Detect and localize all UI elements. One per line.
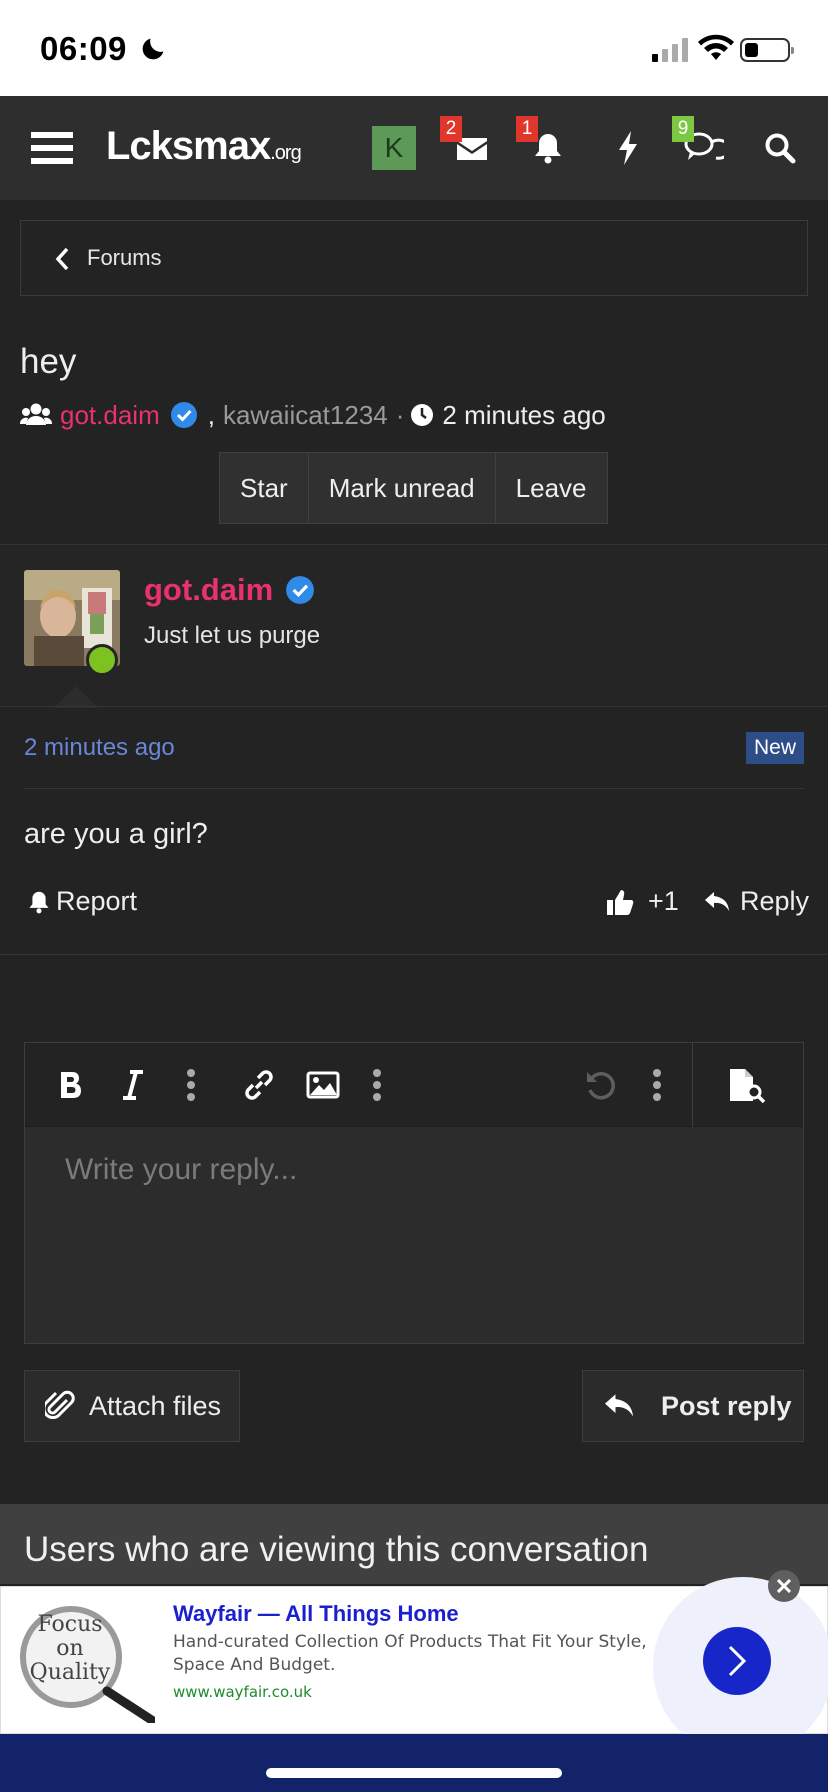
bell-icon	[29, 891, 49, 913]
reply-editor: Write your reply...	[24, 1042, 804, 1344]
post-reply-button[interactable]: Post reply	[582, 1370, 804, 1442]
moon-icon	[142, 38, 164, 60]
inbox-badge: 2	[440, 116, 462, 142]
home-indicator-bar	[0, 1734, 828, 1792]
new-badge: New	[745, 732, 804, 764]
conversations-icon[interactable]: 9	[672, 116, 730, 174]
attach-files-label: Attach files	[89, 1390, 222, 1421]
battery-icon	[740, 38, 794, 62]
editor-toolbar	[25, 1043, 803, 1127]
hamburger-menu-icon[interactable]	[26, 122, 78, 174]
breadcrumb-label: Forums	[87, 245, 162, 270]
verified-badge-icon	[170, 402, 197, 428]
user-title: Just let us purge	[144, 622, 321, 649]
like-button[interactable]: +1	[606, 886, 679, 917]
more-options-icon[interactable]	[635, 1063, 679, 1107]
message-user-header: got.daim Just let us purge	[0, 546, 828, 706]
signal-icon	[652, 38, 688, 62]
conversations-badge: 9	[672, 116, 694, 142]
top-navbar: Lcksmax.org K 2 1 9	[0, 96, 828, 200]
thread-meta: got.daim , kawaiicat1234 · 2 minutes ago	[20, 398, 606, 432]
user-avatar[interactable]: K	[372, 126, 416, 170]
breadcrumb[interactable]: Forums	[20, 220, 808, 296]
divider	[0, 544, 828, 545]
toolbar-divider	[692, 1043, 693, 1127]
meta-dot: ·	[395, 399, 405, 430]
author-name[interactable]: got.daim	[144, 572, 273, 608]
ad-banner[interactable]: Focus on Quality Wayfair — All Things Ho…	[0, 1577, 828, 1757]
site-logo[interactable]: Lcksmax.org	[106, 124, 302, 169]
image-icon[interactable]	[301, 1063, 345, 1107]
divider	[0, 706, 828, 707]
reply-placeholder: Write your reply...	[65, 1153, 298, 1186]
italic-icon[interactable]	[111, 1063, 155, 1107]
status-bar: 06:09	[0, 0, 828, 96]
reply-textarea[interactable]: Write your reply...	[25, 1127, 803, 1343]
verified-badge-icon	[286, 576, 315, 604]
leave-button[interactable]: Leave	[495, 453, 607, 523]
clock-icon	[411, 404, 434, 426]
participant-link[interactable]: kawaiicat1234	[223, 400, 388, 431]
ad-description: Hand-curated Collection Of Products That…	[173, 1632, 647, 1675]
chevron-right-icon	[728, 1645, 747, 1677]
ad-image-text: Focus on Quality	[29, 1612, 111, 1685]
wifi-icon	[698, 34, 734, 60]
divider	[0, 954, 828, 955]
whats-new-bolt-icon[interactable]	[602, 122, 654, 174]
reaction-count: +1	[648, 886, 679, 916]
report-label: Report	[56, 886, 138, 916]
link-icon[interactable]	[237, 1063, 281, 1107]
more-options-icon[interactable]	[355, 1063, 399, 1107]
participant-link[interactable]: got.daim	[60, 400, 160, 431]
message-body: 2 minutes ago New are you a girl? Report…	[0, 708, 828, 954]
message-text: are you a girl?	[24, 818, 208, 850]
mark-unread-button[interactable]: Mark unread	[308, 453, 496, 523]
more-options-icon[interactable]	[169, 1063, 213, 1107]
home-indicator[interactable]	[266, 1768, 562, 1778]
report-button[interactable]: Report	[28, 886, 137, 917]
undo-icon[interactable]	[579, 1063, 623, 1107]
thread-time: 2 minutes ago	[442, 399, 606, 430]
ad-open-button[interactable]	[703, 1627, 771, 1695]
viewers-section: Users who are viewing this conversation	[0, 1504, 828, 1584]
divider	[24, 788, 804, 789]
paperclip-icon	[45, 1390, 75, 1420]
chevron-left-icon	[55, 247, 69, 271]
thumbs-up-icon	[607, 889, 634, 915]
close-icon	[777, 1579, 791, 1593]
alerts-bell-icon[interactable]: 1	[516, 116, 574, 174]
message-timestamp[interactable]: 2 minutes ago	[24, 734, 175, 762]
reply-arrow-icon	[605, 1394, 633, 1417]
alerts-badge: 1	[516, 116, 538, 142]
page-title: hey	[20, 342, 77, 381]
online-indicator	[86, 644, 118, 676]
attach-files-button[interactable]: Attach files	[24, 1370, 240, 1442]
post-reply-label: Post reply	[661, 1390, 792, 1421]
status-time: 06:09	[40, 30, 127, 67]
meta-separator: ,	[207, 399, 215, 430]
viewers-heading: Users who are viewing this conversation	[24, 1530, 649, 1569]
thread-action-group: Star Mark unread Leave	[219, 452, 608, 524]
reply-arrow-icon	[705, 891, 729, 911]
reply-label: Reply	[740, 886, 810, 916]
preview-icon[interactable]	[725, 1063, 769, 1107]
message-arrow	[54, 686, 98, 708]
search-icon[interactable]	[754, 122, 806, 174]
star-button[interactable]: Star	[220, 453, 309, 523]
ad-url[interactable]: www.wayfair.co.uk	[173, 1683, 312, 1701]
message-author[interactable]: got.daim	[144, 572, 315, 608]
ad-close-button[interactable]	[768, 1570, 800, 1602]
users-icon	[20, 403, 52, 425]
inbox-envelope-icon[interactable]: 2	[440, 116, 498, 174]
reply-button[interactable]: Reply	[704, 886, 809, 917]
bold-icon[interactable]	[49, 1063, 93, 1107]
ad-title[interactable]: Wayfair — All Things Home	[173, 1601, 459, 1627]
